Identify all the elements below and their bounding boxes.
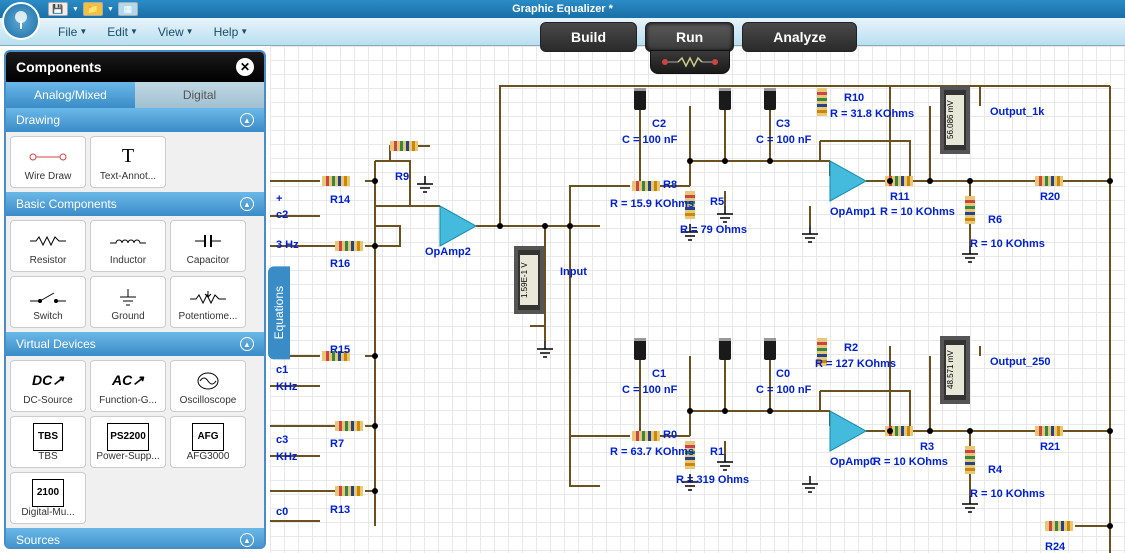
save-icon[interactable]: 💾 bbox=[48, 2, 68, 16]
inductor-icon bbox=[108, 235, 148, 247]
resistor-icon bbox=[28, 235, 68, 247]
panel-scroll[interactable]: Drawing ▲ Wire Draw T Text-Annot... Basi… bbox=[6, 108, 264, 547]
tbs-icon: TBS bbox=[33, 423, 63, 451]
R24 bbox=[1045, 521, 1073, 531]
item-oscilloscope[interactable]: Oscilloscope bbox=[170, 360, 246, 412]
R8 bbox=[632, 181, 660, 191]
collapse-icon[interactable]: ▲ bbox=[240, 113, 254, 127]
R13 bbox=[335, 486, 363, 496]
menu-view[interactable]: View▼ bbox=[148, 21, 204, 43]
item-digital-multimeter[interactable]: 2100Digital-Mu... bbox=[10, 472, 86, 524]
collapse-icon[interactable]: ▲ bbox=[240, 337, 254, 351]
R10 bbox=[817, 88, 827, 116]
tab-analyze[interactable]: Analyze bbox=[742, 22, 857, 52]
item-resistor[interactable]: Resistor bbox=[10, 220, 86, 272]
section-virtual-devices[interactable]: Virtual Devices ▲ bbox=[6, 332, 264, 356]
R0 bbox=[632, 431, 660, 441]
item-function-generator[interactable]: AC↗Function-G... bbox=[90, 360, 166, 412]
item-text-annotation[interactable]: T Text-Annot... bbox=[90, 136, 166, 188]
meter-input[interactable]: 1.59E-1 V bbox=[514, 246, 544, 314]
item-capacitor[interactable]: Capacitor bbox=[170, 220, 246, 272]
section-basic-components[interactable]: Basic Components ▲ bbox=[6, 192, 264, 216]
potentiometer-icon bbox=[188, 289, 228, 305]
resistor-icon bbox=[660, 55, 720, 69]
item-afg3000[interactable]: AFGAFG3000 bbox=[170, 416, 246, 468]
app-logo[interactable] bbox=[2, 2, 40, 40]
ps2200-icon: PS2200 bbox=[107, 423, 149, 451]
menu-file[interactable]: File▼ bbox=[48, 21, 97, 43]
text-icon: T bbox=[122, 143, 134, 171]
menu-edit[interactable]: Edit▼ bbox=[97, 21, 148, 43]
capacitor-icon bbox=[193, 231, 223, 251]
R7 bbox=[335, 421, 363, 431]
collapse-icon[interactable]: ▲ bbox=[240, 197, 254, 211]
tab-analog-mixed[interactable]: Analog/Mixed bbox=[6, 82, 135, 108]
scope-icon bbox=[196, 371, 220, 391]
OpAmp1 bbox=[830, 161, 866, 201]
item-inductor[interactable]: Inductor bbox=[90, 220, 166, 272]
tab-build[interactable]: Build bbox=[540, 22, 637, 52]
R4 bbox=[965, 446, 975, 474]
meter-output-250[interactable]: 48.571 mV bbox=[940, 336, 970, 404]
dc-icon: DC↗ bbox=[32, 367, 64, 395]
mode-tabs: Build Run Analyze bbox=[540, 22, 857, 52]
afg-icon: AFG bbox=[192, 423, 223, 451]
item-potentiometer[interactable]: Potentiome... bbox=[170, 276, 246, 328]
R9 bbox=[390, 141, 418, 151]
tab-run[interactable]: Run bbox=[645, 22, 734, 52]
open-icon[interactable]: 📁 bbox=[83, 2, 103, 16]
collapse-icon[interactable]: ▲ bbox=[240, 533, 254, 547]
equations-tab[interactable]: Equations bbox=[268, 266, 290, 359]
titlebar: 💾▼ 📁▼ ▦ Graphic Equalizer * bbox=[0, 0, 1125, 18]
menu-help[interactable]: Help▼ bbox=[204, 21, 259, 43]
ac-icon: AC↗ bbox=[112, 367, 144, 395]
OpAmp0 bbox=[830, 411, 866, 451]
R5 bbox=[685, 191, 695, 219]
OpAmp2 bbox=[440, 206, 476, 246]
components-panel-header: Components ✕ bbox=[6, 52, 264, 82]
tab-digital[interactable]: Digital bbox=[135, 82, 264, 108]
item-dc-source[interactable]: DC↗DC-Source bbox=[10, 360, 86, 412]
item-wire-draw[interactable]: Wire Draw bbox=[10, 136, 86, 188]
ground-icon bbox=[118, 287, 138, 307]
R14 bbox=[322, 176, 350, 186]
switch-icon bbox=[28, 289, 68, 305]
R2 bbox=[817, 338, 827, 366]
item-power-supply[interactable]: PS2200Power-Supp... bbox=[90, 416, 166, 468]
panel-close-button[interactable]: ✕ bbox=[236, 58, 254, 76]
R16 bbox=[335, 241, 363, 251]
meter-output-1k[interactable]: 56.086 mV bbox=[940, 86, 970, 154]
item-switch[interactable]: Switch bbox=[10, 276, 86, 328]
component-indicator bbox=[650, 50, 730, 74]
R15 bbox=[322, 351, 350, 361]
circuit-svg bbox=[270, 46, 1125, 553]
section-drawing[interactable]: Drawing ▲ bbox=[6, 108, 264, 132]
schematic-canvas[interactable]: 1.59E-1 V 56.086 mV 48.571 mV + c2 3 Hz … bbox=[270, 46, 1125, 553]
item-tbs[interactable]: TBSTBS bbox=[10, 416, 86, 468]
2100-icon: 2100 bbox=[32, 479, 64, 507]
R21 bbox=[1035, 426, 1063, 436]
item-ground[interactable]: Ground bbox=[90, 276, 166, 328]
section-sources[interactable]: Sources ▲ bbox=[6, 528, 264, 547]
components-panel: Components ✕ Analog/Mixed Digital Drawin… bbox=[4, 50, 266, 549]
app-title: Graphic Equalizer * bbox=[512, 3, 613, 15]
R20 bbox=[1035, 176, 1063, 186]
R6 bbox=[965, 196, 975, 224]
wire-draw-icon bbox=[28, 151, 68, 163]
tree-icon bbox=[9, 9, 33, 33]
grid-icon[interactable]: ▦ bbox=[118, 2, 138, 16]
R1 bbox=[685, 441, 695, 469]
